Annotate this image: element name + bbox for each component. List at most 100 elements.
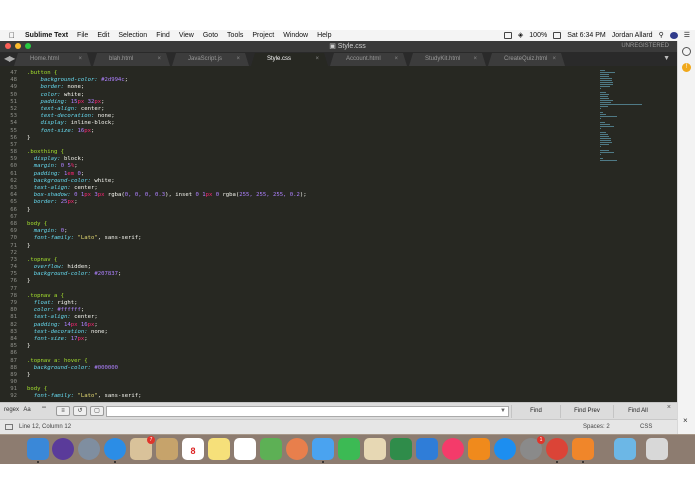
system-preferences-icon[interactable]: 1 [520,436,545,460]
photos-icon[interactable] [286,438,308,460]
code-area[interactable]: .button { background-color: #2d994c; bor… [27,70,597,401]
sublime-text-icon[interactable] [572,438,594,463]
find-history-dropdown-icon[interactable]: ▼ [500,406,506,417]
code-line[interactable]: text-decoration: none; [27,113,597,120]
menu-app-name[interactable]: Sublime Text [25,30,68,41]
code-line[interactable]: padding: 1em 0; [27,171,597,178]
code-line[interactable]: background-color: white; [27,178,597,185]
code-line[interactable]: background-color: #2d994c; [27,77,597,84]
tab-blah-html[interactable]: blah.html × [93,53,170,66]
tab-home-html[interactable]: Home.html × [14,53,91,66]
highlight-matches-toggle[interactable]: ▢ [90,406,104,416]
menu-goto[interactable]: Goto [203,30,218,41]
trash-icon[interactable] [646,438,668,460]
tab-style-css[interactable]: Style.css × [251,53,328,66]
code-line[interactable]: .topnav a: hover { [27,358,597,365]
code-line[interactable]: font-family: "Lato", sans-serif; [27,235,597,242]
code-line[interactable]: box-shadow: 0 1px 3px rgba(0, 0, 0, 0.3)… [27,192,597,199]
syntax-selector[interactable]: CSS [640,420,652,434]
finder-icon[interactable] [27,438,49,463]
user-name[interactable]: Jordan Allard [612,30,653,41]
code-line[interactable]: margin: 0; [27,228,597,235]
code-line[interactable]: font-size: 17px; [27,336,597,343]
minimize-window-icon[interactable] [15,43,21,49]
close-window-icon[interactable] [5,43,11,49]
close-icon[interactable]: × [315,53,319,66]
image-capture-icon[interactable]: 7 [130,436,155,460]
tab-nav-arrows-icon[interactable]: ◀▶ [4,52,15,66]
code-line[interactable]: margin: 0 5%; [27,163,597,170]
code-line[interactable]: } [27,207,597,214]
code-line[interactable]: display: block; [27,156,597,163]
tab-studykit-html[interactable]: StudyKit.html × [409,53,486,66]
menu-tools[interactable]: Tools [227,30,243,41]
facetime-icon[interactable] [338,438,360,460]
code-line[interactable]: } [27,278,597,285]
code-line[interactable]: color: #ffffff; [27,307,597,314]
spotlight-icon[interactable]: ⚲ [659,30,664,41]
code-line[interactable] [27,350,597,357]
close-icon[interactable]: × [394,53,398,66]
chrome-icon[interactable] [546,438,568,463]
code-line[interactable]: } [27,135,597,142]
code-line[interactable] [27,286,597,293]
close-icon[interactable]: × [473,53,477,66]
maps-icon[interactable] [260,438,282,460]
code-line[interactable]: font-size: 16px; [27,128,597,135]
code-line[interactable]: .boxthing { [27,149,597,156]
find-button[interactable]: Find [511,405,560,418]
notes-icon[interactable] [208,438,230,460]
siri-dock-icon[interactable] [52,438,74,460]
apple-icon[interactable]:  [9,30,15,41]
code-line[interactable]: .button { [27,70,597,77]
minimap[interactable] [600,66,677,402]
code-line[interactable]: } [27,243,597,250]
indentation-setting[interactable]: Spaces: 2 [583,420,610,434]
menu-file[interactable]: File [77,30,88,41]
code-line[interactable]: padding: 14px 16px; [27,322,597,329]
calendar-icon[interactable]: 8 [182,438,204,460]
panel-toggle-icon[interactable] [5,424,13,430]
notification-center-icon[interactable]: ☰ [684,30,690,41]
menu-project[interactable]: Project [252,30,274,41]
tab-createquiz-html[interactable]: CreateQuiz.html × [488,53,565,66]
find-panel-close-icon[interactable]: × [667,404,671,411]
sidebar-close-icon[interactable]: × [683,416,688,425]
itunes-icon[interactable] [442,438,464,460]
launchpad-icon[interactable] [78,438,100,460]
alert-icon[interactable]: ! [682,63,691,72]
menu-find[interactable]: Find [156,30,170,41]
code-line[interactable]: .topnav a { [27,293,597,300]
close-icon[interactable]: × [236,53,240,66]
code-line[interactable]: .topnav { [27,257,597,264]
code-line[interactable] [27,379,597,386]
code-line[interactable]: } [27,372,597,379]
zoom-window-icon[interactable] [25,43,31,49]
case-sensitive-toggle[interactable]: Aa [20,406,34,416]
code-line[interactable]: display: inline-block; [27,120,597,127]
code-line[interactable]: background-color: #207837; [27,271,597,278]
clock[interactable]: Sat 6:34 PM [567,30,606,41]
tab-javascript-js[interactable]: JavaScript.js × [172,53,249,66]
close-icon[interactable]: × [78,53,82,66]
code-line[interactable]: } [27,343,597,350]
siri-icon[interactable] [669,32,678,39]
code-line[interactable]: border: 25px; [27,199,597,206]
safari-icon[interactable] [104,438,126,463]
code-line[interactable]: background-color: #000000 [27,365,597,372]
find-all-button[interactable]: Find All [613,405,662,418]
code-line[interactable] [27,250,597,257]
code-line[interactable]: text-align: center; [27,185,597,192]
close-icon[interactable]: × [157,53,161,66]
numbers-icon[interactable] [390,438,412,460]
account-icon[interactable] [682,47,691,56]
wrap-toggle[interactable]: ↺ [73,406,87,416]
tab-account-html[interactable]: Account.html × [330,53,407,66]
code-line[interactable] [27,214,597,221]
menu-help[interactable]: Help [317,30,331,41]
app-store-icon[interactable] [494,438,516,460]
code-line[interactable]: text-align: center; [27,106,597,113]
code-line[interactable]: text-decoration: none; [27,329,597,336]
menu-selection[interactable]: Selection [118,30,147,41]
menu-view[interactable]: View [179,30,194,41]
